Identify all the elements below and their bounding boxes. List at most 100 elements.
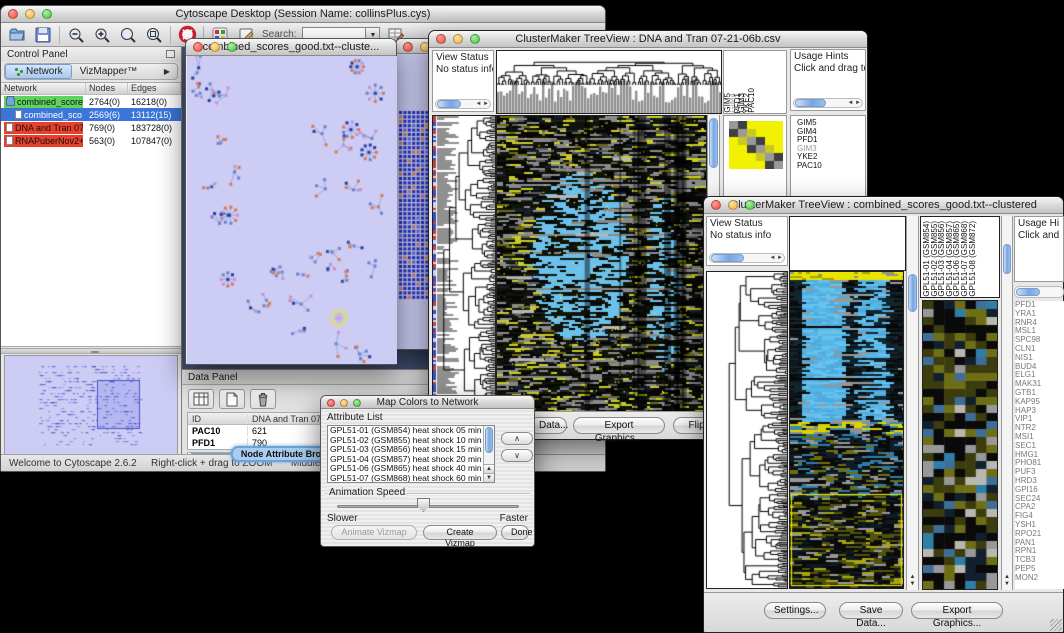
more-tabs-icon[interactable]: ▶ (159, 67, 175, 76)
close-button[interactable] (193, 42, 203, 52)
zoom-out-icon[interactable] (66, 25, 86, 45)
view-status-title: View Status (433, 51, 493, 63)
row-dendrogram-2[interactable] (706, 271, 788, 589)
zoom-heatmap-canvas[interactable] (923, 301, 997, 589)
minimize-button[interactable] (210, 42, 220, 52)
zoom-selected-icon[interactable] (118, 25, 138, 45)
network-row-icon (6, 136, 13, 145)
treeview2-window: ClusterMaker TreeView : combined_scores_… (703, 196, 1064, 633)
zoom-button[interactable] (227, 42, 237, 52)
scroll-up-icon[interactable]: ▲ (484, 464, 494, 473)
similarity-matrix-canvas[interactable] (729, 121, 783, 169)
map-colors-titlebar[interactable]: Map Colors to Network (321, 396, 534, 409)
col-edges[interactable]: Edges (128, 83, 181, 94)
col-network[interactable]: Network (1, 83, 86, 94)
minimize-button[interactable] (340, 399, 348, 407)
delete-attribute-icon[interactable] (250, 389, 276, 409)
scroll-down-icon[interactable]: ▼ (484, 473, 494, 482)
attribute-list-vscrollbar[interactable]: ▲ ▼ (483, 426, 494, 482)
float-panel-icon[interactable] (166, 50, 175, 58)
network-list-header: Network Nodes Edges (1, 83, 181, 95)
network-list-row[interactable]: DNA and Tran 07 769(0) 183728(0) (1, 121, 181, 134)
heatmap-view-2[interactable] (789, 271, 904, 589)
dialog-button[interactable]: Create Vizmap (423, 525, 497, 540)
close-button[interactable] (403, 42, 413, 52)
matrix-row-label[interactable]: PAC10 (797, 162, 822, 171)
treeview1-titlebar[interactable]: ClusterMaker TreeView : DNA and Tran 07-… (429, 31, 867, 48)
view-status-hscrollbar[interactable]: ◄ ► (435, 99, 491, 109)
export-graphics-button[interactable]: Export Graphics... (573, 417, 665, 434)
close-button[interactable] (711, 200, 721, 210)
export-graphics-button[interactable]: Export Graphics... (911, 602, 1003, 619)
zoom-button[interactable] (470, 34, 480, 44)
view-status-panel-2: View Status No status info ◄ ► (706, 216, 788, 266)
save-icon[interactable] (33, 25, 53, 45)
view-status-hscrollbar[interactable]: ◄ ► (709, 253, 785, 263)
zoom-button[interactable] (745, 200, 755, 210)
new-attribute-icon[interactable] (219, 389, 245, 409)
close-button[interactable] (8, 9, 18, 19)
column-dendrogram-canvas[interactable] (497, 51, 721, 113)
zoom-fit-icon[interactable] (144, 25, 164, 45)
row-dendrogram-canvas[interactable] (433, 116, 495, 412)
minimize-button[interactable] (25, 9, 35, 19)
column-dendrogram-2[interactable] (789, 216, 906, 271)
col-nodes[interactable]: Nodes (86, 83, 128, 94)
view-status-text: No status info (707, 229, 787, 241)
column-dendrogram[interactable] (496, 50, 722, 114)
network-row-icon (6, 123, 13, 132)
slider-thumb[interactable] (417, 498, 430, 512)
minimize-button[interactable] (728, 200, 738, 210)
network-overview[interactable] (4, 355, 178, 455)
genelist-vscrollbar[interactable]: ▲▼ (1001, 216, 1013, 590)
usage-hints-panel: Usage Hints Click and drag to ◄ ► (790, 49, 866, 111)
attribute-list-item[interactable]: GPL51-07 (GSM868) heat shock 60 min (328, 474, 494, 483)
network-overview-canvas[interactable] (5, 356, 177, 454)
column-label[interactable]: PAC10 (750, 88, 755, 113)
select-attributes-icon[interactable] (188, 389, 214, 409)
resize-grip[interactable] (1050, 619, 1062, 631)
zoom-button[interactable] (42, 9, 52, 19)
heatmap-view[interactable] (496, 115, 707, 413)
window-title: Cytoscape Desktop (Session Name: collins… (1, 8, 605, 20)
usage-hints-hscrollbar[interactable]: ◄ ► (793, 98, 863, 108)
col-id[interactable]: ID (188, 414, 248, 424)
dialog-button[interactable]: Animate Vizmap (331, 525, 417, 540)
move-up-button[interactable]: ∧ (501, 432, 533, 445)
gene-label[interactable]: MON2 (1015, 574, 1064, 583)
network-list-row[interactable]: RNAPuberNov2+ 563(0) 107847(0) (1, 134, 181, 147)
panel-divider[interactable] (1, 348, 181, 354)
attribute-list: GPL51-01 (GSM854) heat shock 05 minGPL51… (327, 425, 495, 483)
column-label[interactable]: GPL51-08 (GSM872) (969, 221, 977, 297)
zoom-heatmap-view[interactable] (922, 300, 998, 590)
zoom-in-icon[interactable] (92, 25, 112, 45)
control-panel-header: Control Panel (1, 47, 181, 62)
usage-hints-title: Usage Hints (791, 50, 865, 62)
minimize-button[interactable] (453, 34, 463, 44)
network-list-row[interactable]: combined_sco 2569(6) 13112(15) (1, 108, 181, 121)
usage-hints-hscrollbar[interactable] (1014, 286, 1064, 298)
heatmap2-vscrollbar[interactable]: ▲▼ (906, 216, 919, 590)
dialog-button[interactable]: Done (501, 525, 529, 540)
usage-hints-text: Click and drag to (791, 62, 865, 74)
control-panel-tab[interactable]: Network (5, 64, 72, 79)
row-dendrogram2-canvas[interactable] (707, 272, 787, 588)
row-dendrogram[interactable] (432, 115, 496, 413)
data-panel-toolbar (188, 389, 276, 409)
treeview2-column-labels: GPL51-01 (GSM854)GPL51-02 (GSM855)GPL51-… (920, 216, 1000, 298)
network-view-canvas[interactable] (187, 56, 397, 364)
network-view-titlebar[interactable]: combined_scores_good.txt--cluste... (186, 39, 396, 56)
save-data-button[interactable]: Save Data... (839, 602, 903, 619)
close-button[interactable] (436, 34, 446, 44)
treeview2-titlebar[interactable]: ClusterMaker TreeView : combined_scores_… (704, 197, 1063, 214)
move-down-button[interactable]: ∨ (501, 449, 533, 462)
zoom-button[interactable] (353, 399, 361, 407)
heatmap2-canvas[interactable] (790, 272, 903, 588)
close-button[interactable] (327, 399, 335, 407)
heatmap-canvas[interactable] (497, 116, 706, 412)
open-file-icon[interactable] (7, 25, 27, 45)
settings-button[interactable]: Settings... (764, 602, 826, 619)
network-list-row[interactable]: combined_scores 2764(0) 16218(0) (1, 95, 181, 108)
control-panel-tab[interactable]: VizMapper™ (72, 64, 146, 79)
cytoscape-titlebar[interactable]: Cytoscape Desktop (Session Name: collins… (1, 6, 605, 23)
